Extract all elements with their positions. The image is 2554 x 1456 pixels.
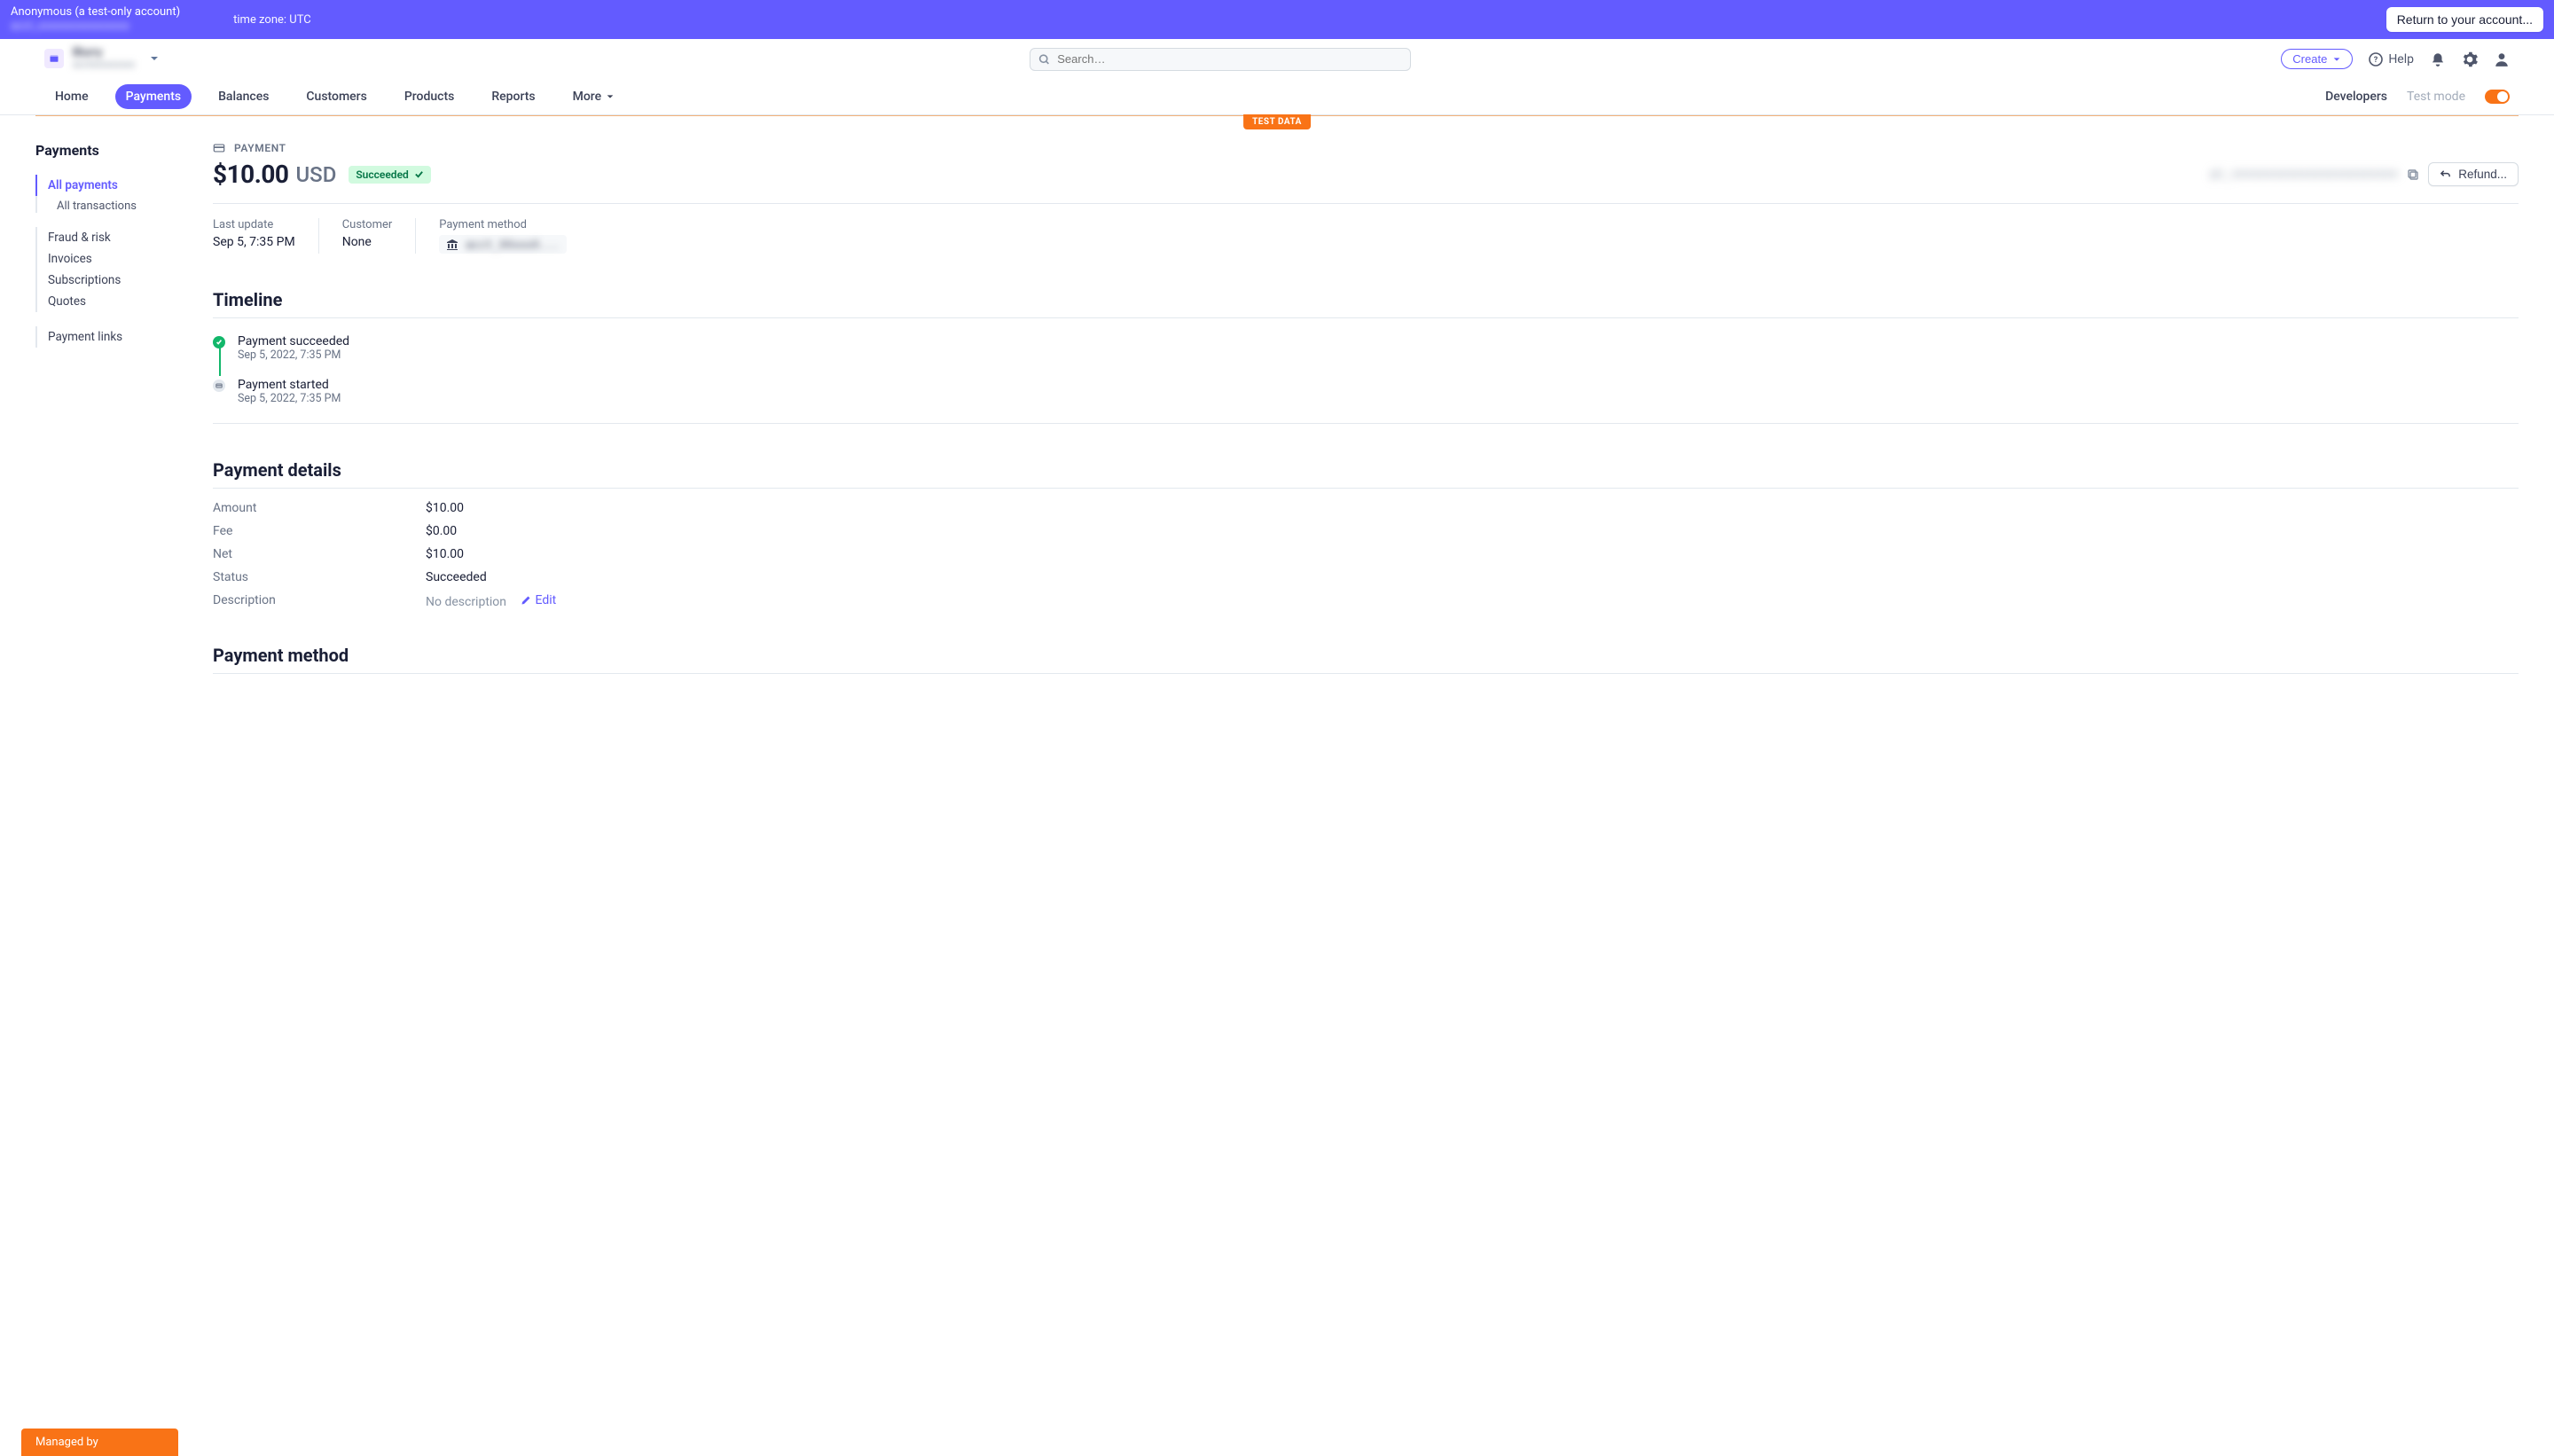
create-button[interactable]: Create: [2281, 49, 2353, 69]
payment-details: Amount $10.00 Fee $0.00 Net $10.00 Statu…: [213, 501, 2519, 609]
payment-amount: $10.00: [213, 160, 288, 189]
payment-status-badge: Succeeded: [349, 166, 430, 184]
bank-icon: [446, 239, 458, 251]
payment-kicker: PAYMENT: [213, 142, 2519, 154]
nav-more[interactable]: More: [562, 84, 626, 109]
payment-currency: USD: [295, 162, 336, 187]
detail-description-label: Description: [213, 593, 426, 609]
edit-description-button[interactable]: Edit: [521, 593, 557, 607]
detail-net-label: Net: [213, 547, 426, 561]
detail-amount-label: Amount: [213, 501, 426, 515]
summary-pm-label: Payment method: [439, 218, 566, 231]
sidebar-item-quotes[interactable]: Quotes: [35, 291, 195, 312]
test-mode-toggle[interactable]: [2485, 90, 2510, 104]
sidebar-item-payment-links[interactable]: Payment links: [35, 326, 195, 348]
search-input[interactable]: [1030, 48, 1411, 71]
chevron-down-icon: [606, 92, 615, 101]
test-data-badge: TEST DATA: [1243, 114, 1311, 129]
create-button-label: Create: [2292, 52, 2327, 66]
details-title: Payment details: [213, 459, 2519, 481]
chevron-down-icon: [2332, 55, 2341, 64]
summary-last-update-value: Sep 5, 7:35 PM: [213, 235, 295, 249]
refund-button-label: Refund...: [2458, 168, 2507, 181]
primary-nav: Home Payments Balances Customers Product…: [0, 79, 2554, 114]
summary-customer-value: None: [342, 235, 393, 249]
sidebar-item-subscriptions[interactable]: Subscriptions: [35, 270, 195, 291]
edit-description-label: Edit: [536, 593, 557, 607]
help-link[interactable]: ? Help: [2369, 52, 2414, 67]
payment-method-title: Payment method: [213, 645, 2519, 666]
chevron-down-icon: [149, 53, 160, 64]
profile-icon[interactable]: [2494, 51, 2510, 67]
payment-id: pi_xxxxxxxxxxxxxxxxxxxxxxxx: [2211, 168, 2398, 181]
timeline-item: Payment started Sep 5, 2022, 7:35 PM: [213, 374, 2519, 418]
detail-status-label: Status: [213, 570, 426, 584]
nav-more-label: More: [573, 90, 602, 104]
sidebar-title: Payments: [35, 142, 195, 159]
timeline-dot-card-icon: [213, 380, 225, 392]
detail-fee-value: $0.00: [426, 524, 2519, 538]
nav-reports[interactable]: Reports: [481, 84, 545, 109]
impersonation-banner: Anonymous (a test-only account) acct_xxx…: [0, 0, 2554, 39]
summary-last-update-label: Last update: [213, 218, 295, 231]
timeline-item-title: Payment succeeded: [238, 334, 349, 348]
detail-description-value: No description: [426, 595, 506, 609]
timeline-item-ts: Sep 5, 2022, 7:35 PM: [238, 348, 349, 362]
payment-status-label: Succeeded: [356, 168, 408, 181]
impersonation-who: Anonymous (a test-only account): [11, 5, 180, 20]
sidebar: Payments All payments All transactions F…: [35, 142, 195, 686]
account-icon: [44, 49, 64, 68]
svg-text:?: ?: [2374, 56, 2378, 65]
nav-home[interactable]: Home: [44, 84, 99, 109]
detail-amount-value: $10.00: [426, 501, 2519, 515]
copy-icon[interactable]: [2407, 168, 2419, 181]
timeline-item-ts: Sep 5, 2022, 7:35 PM: [238, 392, 341, 405]
nav-developers[interactable]: Developers: [2325, 90, 2387, 104]
help-icon: ?: [2369, 52, 2383, 67]
sidebar-item-all-payments[interactable]: All payments: [35, 175, 195, 196]
summary-customer-label: Customer: [342, 218, 393, 231]
detail-fee-label: Fee: [213, 524, 426, 538]
nav-balances[interactable]: Balances: [208, 84, 279, 109]
search-icon: [1038, 53, 1050, 65]
impersonation-account-id: acct_xxxxxxxxxxxxxxxx: [11, 20, 180, 34]
account-name: Blurry: [73, 47, 135, 59]
impersonation-timezone: time zone: UTC: [233, 13, 311, 27]
payment-summary: Last update Sep 5, 7:35 PM Customer None…: [213, 218, 2519, 254]
settings-icon[interactable]: [2462, 51, 2478, 67]
detail-net-value: $10.00: [426, 547, 2519, 561]
nav-products[interactable]: Products: [394, 84, 466, 109]
test-mode-label: Test mode: [2407, 90, 2465, 104]
timeline-item-title: Payment started: [238, 378, 341, 392]
timeline-title: Timeline: [213, 289, 2519, 310]
refund-icon: [2440, 168, 2451, 180]
pencil-icon: [521, 595, 531, 606]
payment-kicker-label: PAYMENT: [234, 142, 286, 154]
nav-payments[interactable]: Payments: [115, 84, 192, 109]
summary-pm-id: acct_XXxxxX...: [466, 238, 559, 251]
account-id: acctxxxxxxxxx: [73, 59, 135, 71]
notifications-icon[interactable]: [2430, 51, 2446, 67]
account-switcher[interactable]: Blurry acctxxxxxxxxx: [44, 47, 160, 71]
nav-customers[interactable]: Customers: [295, 84, 377, 109]
sidebar-item-all-transactions[interactable]: All transactions: [37, 200, 195, 213]
check-icon: [414, 169, 424, 179]
detail-status-value: Succeeded: [426, 570, 2519, 584]
timeline-item: Payment succeeded Sep 5, 2022, 7:35 PM: [213, 331, 2519, 374]
help-label: Help: [2388, 52, 2414, 67]
summary-pm-value[interactable]: acct_XXxxxX...: [439, 235, 566, 254]
card-icon: [213, 142, 225, 154]
refund-button[interactable]: Refund...: [2428, 162, 2519, 186]
timeline: Payment succeeded Sep 5, 2022, 7:35 PM P…: [213, 331, 2519, 418]
return-to-account-button[interactable]: Return to your account...: [2386, 7, 2543, 32]
sidebar-item-fraud-risk[interactable]: Fraud & risk: [35, 227, 195, 248]
managed-by-badge[interactable]: Managed by: [21, 1429, 178, 1456]
sidebar-item-invoices[interactable]: Invoices: [35, 248, 195, 270]
